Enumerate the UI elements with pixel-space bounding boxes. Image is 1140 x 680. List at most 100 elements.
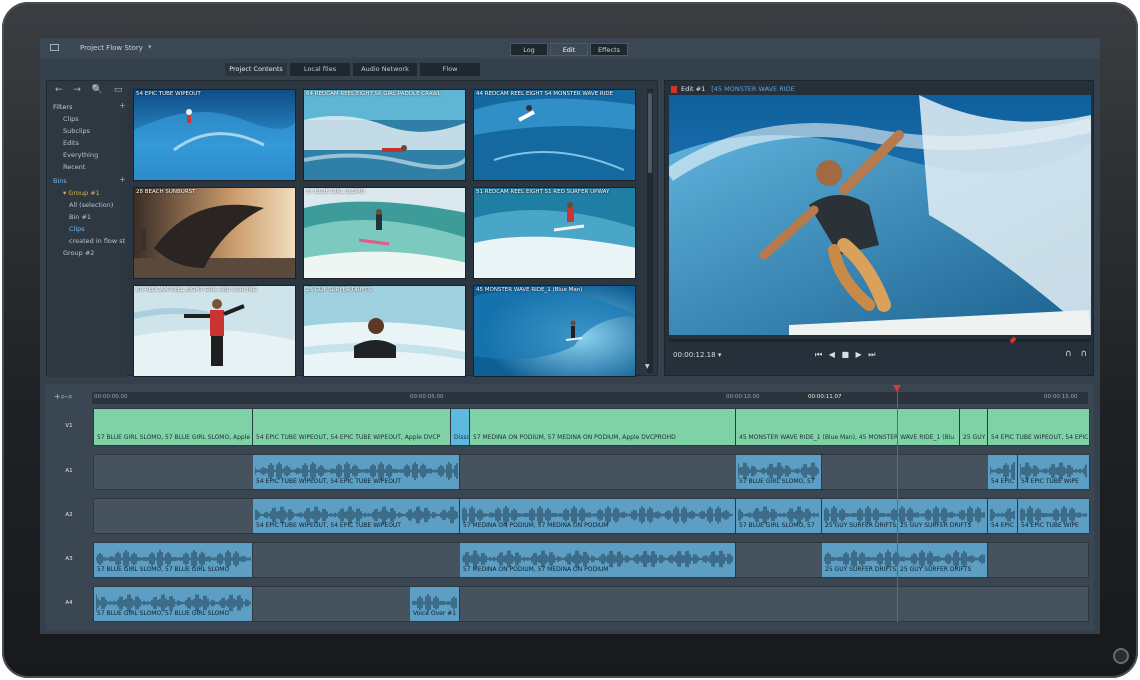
viewer-timecode[interactable]: 00:00:12.18 ▾ <box>673 351 721 359</box>
track-lane-a4[interactable]: 57 BLUE GIRL SLOMO, 57 BLUE GIRL SLOMO Vo… <box>93 586 1089 622</box>
track-lane-a3[interactable]: 57 BLUE GIRL SLOMO, 57 BLUE GIRL SLOMO 57… <box>93 542 1089 578</box>
thumbnail-clip[interactable]: 54 EPIC TUBE WIPEOUT <box>133 89 296 181</box>
viewer-scrub-bar[interactable] <box>669 339 1091 342</box>
thumbnail-label: 28 BEACH SUNBURST <box>136 189 196 195</box>
viewer-clip-name: [45 MONSTER WAVE RIDE <box>711 85 795 93</box>
timeline-clip[interactable]: 57 MEDINA ON PODIUM, 57 MEDINA ON PODIUM <box>460 499 736 533</box>
timeline-panel: +⌕-⌕ 00:00:00.00 00:00:05.00 00:00:10.00… <box>46 384 1094 630</box>
timeline-clip[interactable]: 45 MONSTER WAVE RIDE_1 (Blue Man), 45 MO… <box>736 409 960 445</box>
timeline-clip[interactable]: 54 EPIC TUBE WIPEOUT, 54 EPIC TUBE WIPEO… <box>253 499 460 533</box>
tab-project-contents[interactable]: Project Contents <box>225 63 287 76</box>
timeline-clip[interactable]: 54 EPIC <box>988 455 1018 489</box>
clip-label: 54 EPIC TUBE WIPE <box>1021 478 1079 485</box>
thumbnail-clip[interactable]: 44 REDCAM REEL EIGHT S4 MONSTER WAVE RID… <box>473 89 636 181</box>
thumbnail-grid: 54 EPIC TUBE WIPEOUT 64 REDCAM REEL EIGH… <box>133 89 637 377</box>
bin-item-bin-1[interactable]: Bin #1 <box>69 213 91 221</box>
mode-tab-effects[interactable]: Effects <box>590 43 628 56</box>
add-filter-icon[interactable]: + <box>119 101 126 110</box>
add-bin-icon[interactable]: + <box>119 175 126 184</box>
timeline-zoom-icons[interactable]: +⌕-⌕ <box>54 392 73 402</box>
mode-tab-edit[interactable]: Edit <box>550 43 588 56</box>
tab-flow[interactable]: Flow <box>420 63 480 76</box>
scroll-down-icon[interactable]: ▼ <box>645 363 650 370</box>
clip-label: 54 EPIC TUBE WIPEOUT, 54 EPIC TUBE WIPEO… <box>256 434 441 441</box>
bin-item-all-selection[interactable]: All (selection) <box>69 201 113 209</box>
timeline-clip[interactable]: 57 BLUE GIRL SLOMO, 57 BLUE GIRL SLOMO <box>94 543 253 577</box>
thumbnail-image <box>134 90 295 180</box>
thumbnail-clip[interactable]: 25 GUY SURFER DRIFTS <box>303 285 466 377</box>
clip-label: 54 EPIC TUBE WIPEOUT, 54 EPIC TUBE WIPEO… <box>256 478 401 485</box>
timeline-clip[interactable]: 57 BLUE GIRL SLOMO, 57 <box>736 499 822 533</box>
sidebar-toolbar-icons[interactable]: ← → 🔍 ▭ <box>55 85 126 95</box>
track-lane-a2[interactable]: 54 EPIC TUBE WIPEOUT, 54 EPIC TUBE WIPEO… <box>93 498 1090 534</box>
timeline-clip[interactable]: 54 EPIC TUBE WIPEOUT, 54 EPIC TUBE WIPEO… <box>253 409 451 445</box>
bin-item-created-in-flow[interactable]: created in flow st <box>69 237 125 245</box>
timeline-clip[interactable]: 25 GUY <box>960 409 988 445</box>
timeline-clip[interactable]: Voice Over #1 <box>410 587 460 621</box>
track-label-v1[interactable]: V1 <box>46 423 92 429</box>
track-lane-a1[interactable]: 54 EPIC TUBE WIPEOUT, 54 EPIC TUBE WIPEO… <box>93 454 1090 490</box>
thumbnail-clip[interactable]: 64 REDCAM REEL EIGHT S6 GIRL PADDLE CRAW… <box>303 89 466 181</box>
timeline-clip[interactable]: Disso <box>451 409 470 445</box>
project-dropdown-icon[interactable]: ▾ <box>148 43 152 51</box>
filter-item-clips[interactable]: Clips <box>63 115 79 123</box>
browser-scrollbar[interactable] <box>647 89 653 373</box>
timeline-playhead[interactable] <box>897 386 898 622</box>
filter-item-recent[interactable]: Recent <box>63 163 85 171</box>
timeline-clip[interactable]: 57 BLUE GIRL SLOMO, 57 <box>736 455 822 489</box>
scrollbar-thumb[interactable] <box>648 93 652 173</box>
track-label-a1[interactable]: A1 <box>46 468 92 474</box>
thumbnail-image <box>304 286 465 376</box>
thumbnail-clip[interactable]: 60 REDCAM REEL EIGHT GIRL RED SURFING <box>133 285 296 377</box>
filter-item-everything[interactable]: Everything <box>63 151 98 159</box>
timeline-clip[interactable]: 57 BLUE GIRL SLOMO, 57 BLUE GIRL SLOMO, … <box>94 409 253 445</box>
transport-controls[interactable]: ⏮ ◀ ■ ▶ ⏭ <box>815 350 877 360</box>
tab-audio-network[interactable]: Audio Network <box>353 63 417 76</box>
thumbnail-clip[interactable]: 51 REDCAM REEL EIGHT S1 RED SURFER UPWAY <box>473 187 636 279</box>
timeline-clip[interactable]: 25 GUY SURFER DRIFTS, 25 GUY SURFER DRIF… <box>822 543 988 577</box>
thumbnail-label: 57 BLUE GIRL SLOMO <box>306 189 365 195</box>
filter-item-edits[interactable]: Edits <box>63 139 79 147</box>
thumbnail-clip[interactable]: 28 BEACH SUNBURST <box>133 187 296 279</box>
thumbnail-clip[interactable]: 45 MONSTER WAVE RIDE_1 (Blue Man) <box>473 285 636 377</box>
track-label-a4[interactable]: A4 <box>46 600 92 606</box>
project-menu-icon[interactable] <box>50 44 59 51</box>
timeline-clip[interactable]: 57 MEDINA ON PODIUM, 57 MEDINA ON PODIUM… <box>470 409 736 445</box>
clip-label: 25 GUY SURFER DRIFTS, 25 GUY SURFER DRIF… <box>825 522 972 529</box>
bin-item-clips[interactable]: Clips <box>69 225 85 233</box>
timeline-clip[interactable]: 54 EPIC TUBE WIPEOUT, 54 EPIC TUBE WIPEO… <box>253 455 460 489</box>
thumbnail-clip[interactable]: 57 BLUE GIRL SLOMO <box>303 187 466 279</box>
bin-item-group-1[interactable]: ▾ Group #1 <box>63 189 100 197</box>
timeline-ruler[interactable]: 00:00:00.00 00:00:05.00 00:00:10.00 00:0… <box>92 392 1088 404</box>
bin-item-group-2[interactable]: Group #2 <box>63 249 94 257</box>
clip-label: Disso <box>454 434 470 441</box>
track-label-a2[interactable]: A2 <box>46 512 92 518</box>
power-button-icon[interactable] <box>1113 648 1129 664</box>
timeline-clip[interactable]: 54 EPIC TUBE WIPEOUT, 54 EPIC TUBE WIPEO… <box>988 409 1090 445</box>
thumbnail-image <box>304 90 465 180</box>
filter-item-subclips[interactable]: Subclips <box>63 127 90 135</box>
clip-label: 25 GUY SURFER DRIFTS, 25 GUY SURFER DRIF… <box>825 566 972 573</box>
project-title[interactable]: Project Flow Story <box>80 44 143 52</box>
tab-local-files[interactable]: Local files <box>290 63 350 76</box>
timeline-clip[interactable]: 54 EPIC <box>988 499 1018 533</box>
track-label-a3[interactable]: A3 <box>46 556 92 562</box>
timecode-dropdown-icon[interactable]: ▾ <box>718 351 722 359</box>
timeline-clip[interactable]: 54 EPIC TUBE WIPE <box>1018 499 1090 533</box>
timeline-clip[interactable]: 25 GUY SURFER DRIFTS, 25 GUY SURFER DRIF… <box>822 499 988 533</box>
viewer-playhead-icon[interactable] <box>1009 336 1017 344</box>
viewer-panel: Edit #1 [45 MONSTER WAVE RIDE 00:00:12.1… <box>664 80 1094 376</box>
clip-label: 57 BLUE GIRL SLOMO, 57 BLUE GIRL SLOMO <box>97 610 230 617</box>
timeline-clip[interactable]: 54 EPIC TUBE WIPE <box>1018 455 1090 489</box>
clip-label: Voice Over #1 <box>413 610 457 617</box>
filters-header: Filters <box>53 103 73 111</box>
playhead-handle-icon[interactable] <box>893 385 901 392</box>
viewer-frame[interactable] <box>669 95 1091 335</box>
track-lane-v1[interactable]: 57 BLUE GIRL SLOMO, 57 BLUE GIRL SLOMO, … <box>93 408 1090 446</box>
clip-label: 57 MEDINA ON PODIUM, 57 MEDINA ON PODIUM… <box>473 434 676 441</box>
ruler-timecode: 00:00:00.00 <box>94 394 128 400</box>
timeline-clip[interactable]: 57 BLUE GIRL SLOMO, 57 BLUE GIRL SLOMO <box>94 587 253 621</box>
timeline-clip[interactable]: 57 MEDINA ON PODIUM, 57 MEDINA ON PODIUM <box>460 543 736 577</box>
mode-tab-log[interactable]: Log <box>510 43 548 56</box>
audio-monitor-icons[interactable]: ∩ ∩ <box>1065 349 1090 359</box>
